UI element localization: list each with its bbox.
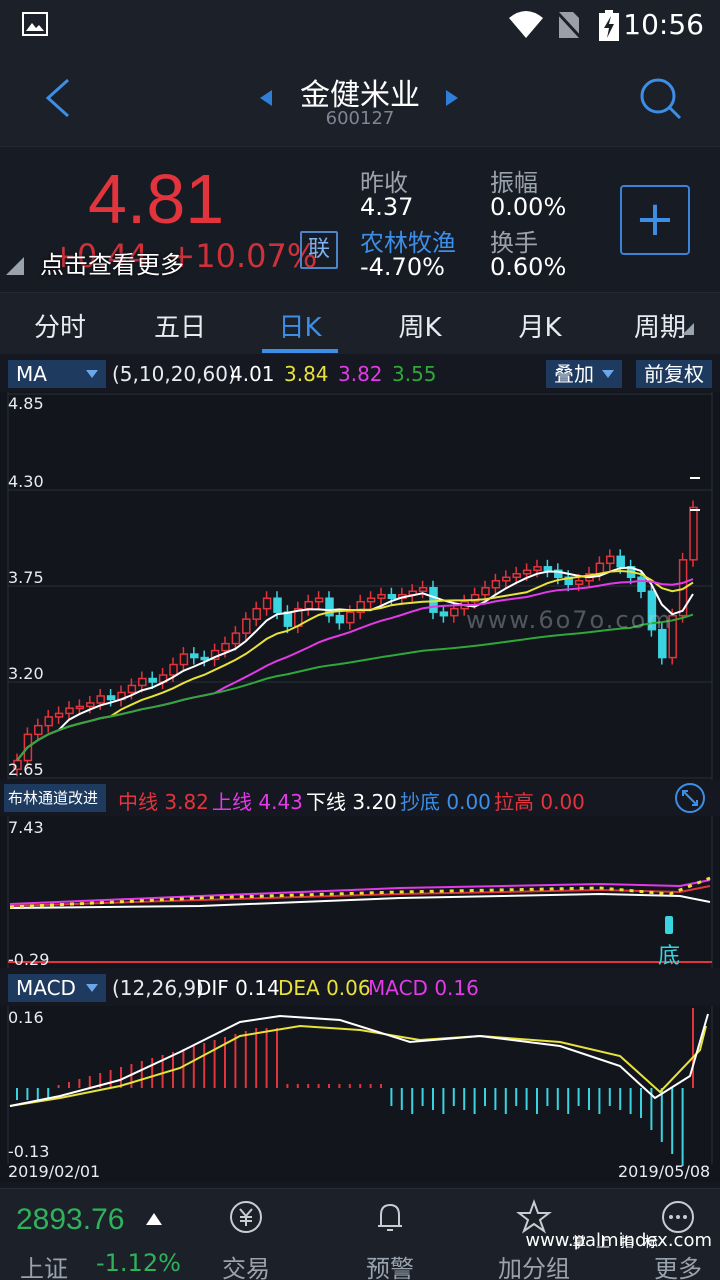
ma-params: (5,10,20,60) [112, 362, 236, 386]
related-button[interactable]: 联 [300, 231, 338, 269]
period-dropdown-icon [682, 323, 694, 335]
active-tab-indicator [262, 349, 338, 353]
price-axis-top: 4.85 [8, 394, 44, 413]
index-up-arrow-icon [146, 1213, 162, 1225]
ma-indicator-bar: MA (5,10,20,60) 4.01 3.84 3.82 3.55 叠加 前… [0, 358, 720, 390]
tab-period[interactable]: 周期 [600, 307, 720, 344]
ma60-value: 3.55 [392, 362, 437, 386]
tab-daily-k[interactable]: 日K [240, 307, 360, 344]
stock-code: 600127 [325, 108, 395, 129]
prev-close-value: 4.37 [360, 193, 414, 221]
next-stock-icon[interactable] [446, 90, 458, 106]
expand-corner-icon [6, 257, 24, 275]
chart-watermark: www.6o7o.com [466, 606, 673, 634]
boll-low: 下线 3.20 [306, 790, 397, 814]
date-start: 2019/02/01 [8, 1162, 101, 1181]
adjust-button[interactable]: 前复权 [636, 360, 712, 388]
battery-charging-icon [599, 10, 619, 41]
title-bar: 金健米业 600127 [0, 50, 720, 146]
tab-monthly-k[interactable]: 月K [480, 307, 600, 344]
turnover-value: 0.60% [490, 253, 567, 281]
nav-trade[interactable]: 交易 [196, 1199, 296, 1280]
macd-params: (12,26,9) [112, 976, 204, 1000]
boll-buy: 抄底 0.00 [400, 790, 491, 814]
kline-chart[interactable]: 4.85 4.30 3.75 3.20 2.65 www.6o7o.com [0, 392, 720, 780]
boll-mid: 中线 3.82 [118, 790, 209, 814]
price-axis-3: 3.75 [8, 568, 44, 587]
kline-svg [7, 392, 713, 780]
trade-icon [230, 1201, 262, 1233]
boll-pull: 拉高 0.00 [494, 790, 585, 814]
boll-selector[interactable]: 布林通道改进 [4, 784, 106, 812]
boll-svg [7, 816, 713, 968]
macd-dea: DEA 0.06 [278, 976, 371, 1000]
index-value[interactable]: 2893.76 [16, 1203, 124, 1237]
more-info-tip[interactable]: 点击查看更多 [40, 245, 184, 280]
tab-intraday[interactable]: 分时 [0, 307, 120, 344]
index-change-pct: -1.12% [96, 1249, 181, 1277]
price-axis-bottom: 2.65 [8, 760, 44, 779]
macd-axis-bottom: -0.13 [8, 1142, 50, 1161]
tab-weekly-k[interactable]: 周K [360, 307, 480, 344]
macd-axis-top: 0.16 [8, 1008, 44, 1027]
overlay-selector[interactable]: 叠加 [546, 360, 622, 388]
boll-axis-bottom: -0.29 [8, 950, 50, 969]
macd-selector[interactable]: MACD [8, 974, 106, 1002]
period-tabs: 分时 五日 日K 周K 月K 周期 [0, 292, 720, 354]
bottom-signal-label: 底 [658, 944, 681, 969]
clock: 10:56 [623, 8, 704, 41]
macd-chart[interactable]: 0.16 -0.13 2019/02/01 2019/05/08 [0, 1006, 720, 1182]
nav-alert[interactable]: 预警 [340, 1199, 440, 1280]
price-axis-2: 4.30 [8, 472, 44, 491]
quote-panel[interactable]: 4.81 +0.44 +10.07% 点击查看更多 联 昨收 4.37 农林牧渔… [0, 146, 720, 292]
search-icon[interactable] [638, 76, 682, 120]
macd-indicator-bar: MACD (12,26,9) DIF 0.14 DEA 0.06 MACD 0.… [0, 972, 720, 1004]
index-name: 上证 [20, 1255, 68, 1280]
fullscreen-icon[interactable] [672, 782, 708, 814]
current-price: 4.81 [88, 160, 225, 238]
amplitude-value: 0.00% [490, 193, 567, 221]
ma20-value: 3.82 [338, 362, 383, 386]
image-notification-icon [22, 12, 48, 36]
boll-axis-top: 7.43 [8, 818, 44, 837]
date-end: 2019/05/08 [618, 1162, 711, 1181]
macd-svg [7, 1006, 713, 1166]
price-axis-4: 3.20 [8, 664, 44, 683]
macd-dif: DIF 0.14 [196, 976, 280, 1000]
ma5-value: 4.01 [230, 362, 275, 386]
bell-icon [378, 1203, 402, 1231]
wifi-icon [509, 11, 543, 38]
watermark-url: www.palmindex.com [525, 1230, 712, 1251]
ma10-value: 3.84 [284, 362, 329, 386]
boll-indicator-bar: 布林通道改进 中线 3.82 上线 4.43 下线 3.20 抄底 0.00 拉… [0, 782, 720, 814]
tab-five-day[interactable]: 五日 [120, 307, 240, 344]
add-watchlist-button[interactable]: + [620, 185, 690, 255]
ma-selector[interactable]: MA [8, 360, 106, 388]
boll-chart[interactable]: 7.43 -0.29 底 [0, 816, 720, 969]
status-bar: 10:56 [0, 0, 720, 50]
sector-change: -4.70% [360, 253, 445, 281]
no-sim-icon [556, 10, 582, 40]
boll-up: 上线 4.43 [212, 790, 303, 814]
macd-macd: MACD 0.16 [368, 976, 479, 1000]
